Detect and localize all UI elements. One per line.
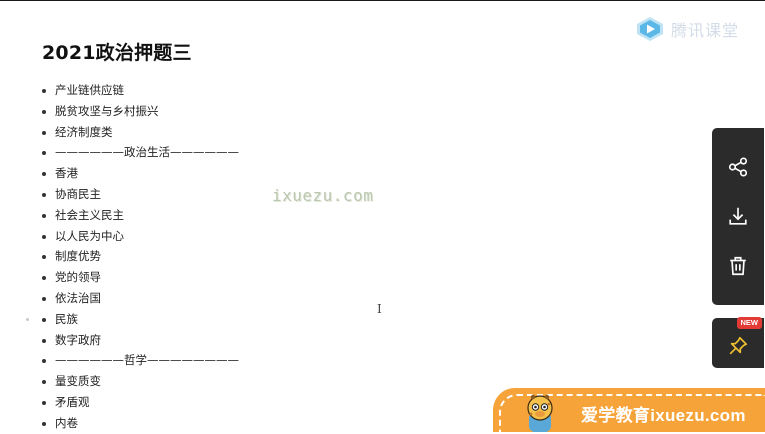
outline-item-label: 依法治国 <box>55 290 101 305</box>
download-icon <box>729 207 747 225</box>
outline-item-label: 以人民为中心 <box>55 228 124 243</box>
text-cursor-icon: I <box>377 302 382 316</box>
outline-item-label: ——————政治生活—————— <box>55 145 239 160</box>
bullet-dot-icon <box>42 317 46 322</box>
outline-item[interactable]: 量变质变 <box>40 371 239 392</box>
bullet-dot-icon <box>42 213 46 218</box>
outline-item-label: 数字政府 <box>55 332 101 347</box>
drag-handle-dot[interactable] <box>26 318 29 321</box>
outline-item-label: 经济制度类 <box>55 124 113 139</box>
outline-item-label: 量变质变 <box>55 374 101 389</box>
outline-item[interactable]: 内卷 <box>40 413 239 434</box>
brand-text: 腾讯课堂 <box>671 21 740 40</box>
bullet-dot-icon <box>42 89 46 93</box>
bullet-dot-icon <box>42 421 46 426</box>
outline-item[interactable]: 依法治国 <box>40 288 239 309</box>
bullet-dot-icon <box>42 151 46 156</box>
share-icon <box>728 157 748 177</box>
center-watermark: ixuezu.com <box>272 186 374 205</box>
bullet-dot-icon <box>42 172 46 177</box>
outline-item[interactable]: 制度优势 <box>40 246 239 267</box>
outline-item-label: 协商民主 <box>55 186 101 201</box>
outline-item-label: 制度优势 <box>55 249 101 264</box>
outline-item-label: 产业链供应链 <box>55 83 124 97</box>
pin-panel: NEW <box>712 317 764 368</box>
outline-item[interactable]: 数字政府 <box>40 330 239 351</box>
outline-item[interactable]: 党的领导 <box>40 267 239 288</box>
bullet-dot-icon <box>42 255 46 260</box>
promo-text: 爱学教育ixuezu.com <box>581 406 746 425</box>
outline-item[interactable]: 脱贫攻坚与乡村振兴 <box>40 101 239 122</box>
bullet-dot-icon <box>42 276 46 281</box>
download-button[interactable] <box>712 196 764 236</box>
outline-item-label: 香港 <box>55 166 78 181</box>
outline-item[interactable]: 民族 <box>40 309 239 330</box>
outline-item[interactable]: ——————政治生活—————— <box>40 142 239 163</box>
promo-banner[interactable]: 爱学教育ixuezu.com <box>493 388 765 432</box>
trash-icon <box>730 256 746 276</box>
outline-item[interactable]: 社会主义民主 <box>40 205 239 226</box>
outline-item-label: 脱贫攻坚与乡村振兴 <box>55 103 159 118</box>
bullet-dot-icon <box>42 296 46 301</box>
bullet-dot-icon <box>42 109 46 114</box>
tencent-classroom-logo-icon <box>637 17 663 41</box>
outline-item-label: 矛盾观 <box>55 394 90 409</box>
pin-button[interactable] <box>712 328 764 364</box>
bullet-dot-icon <box>42 338 46 343</box>
outline-item-label: 内卷 <box>55 415 78 430</box>
outline-list: 产业链供应链脱贫攻坚与乡村振兴 经济制度类 ——————政治生活—————— 香港协商… <box>40 80 239 434</box>
side-toolbar <box>712 128 764 305</box>
bullet-dot-icon <box>42 380 46 385</box>
brand-watermark: 腾讯课堂 <box>636 16 739 42</box>
outline-item[interactable]: 协商民主 <box>40 184 239 205</box>
outline-item-label: 社会主义民主 <box>55 207 124 222</box>
outline-item-label: 党的领导 <box>55 270 101 285</box>
outline-item[interactable]: 产业链供应链 <box>40 80 239 101</box>
outline-item[interactable]: 香港 <box>40 163 239 184</box>
delete-button[interactable] <box>712 246 764 286</box>
bullet-dot-icon <box>42 400 46 405</box>
bullet-dot-icon <box>42 359 46 364</box>
bullet-dot-icon <box>42 130 46 135</box>
share-button[interactable] <box>712 147 764 187</box>
pin-icon <box>729 336 748 355</box>
outline-item[interactable]: ——————哲学———————— <box>40 350 239 371</box>
outline-item-label: 民族 <box>55 311 78 326</box>
outline-item[interactable]: 经济制度类 <box>40 122 239 143</box>
outline-item[interactable]: 以人民为中心 <box>40 226 239 247</box>
giraffe-mascot-icon <box>527 394 553 432</box>
outline-item[interactable]: 矛盾观 <box>40 392 239 413</box>
top-border <box>0 0 765 1</box>
page-title: 2021政治押题三 <box>42 42 192 64</box>
bullet-dot-icon <box>42 192 46 197</box>
bullet-dot-icon <box>42 234 46 239</box>
outline-item-label: ——————哲学———————— <box>55 353 239 368</box>
